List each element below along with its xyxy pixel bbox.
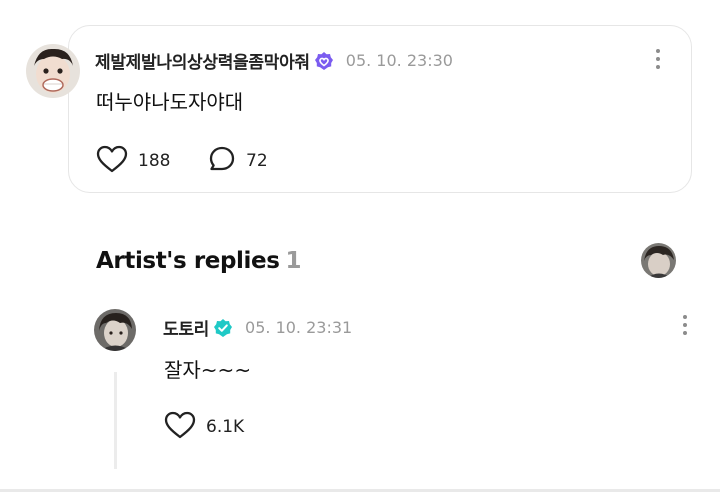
reply-author-row: 도토리 05. 10. 23:31	[163, 315, 352, 340]
reply-content: 잘자~~~	[164, 358, 252, 382]
reply-like-button[interactable]: 6.1K	[164, 411, 244, 443]
artist-replies-title: Artist's replies	[96, 248, 280, 274]
reply-more-vertical-icon[interactable]	[675, 310, 695, 340]
artist-replies-heading: Artist's replies 1	[96, 248, 302, 274]
post-username[interactable]: 제발제발나의상상력을좀막아줘	[95, 48, 310, 73]
reply-thread-line	[114, 372, 117, 469]
post-like-button[interactable]: 188	[96, 145, 170, 177]
verified-badge-icon	[213, 318, 233, 338]
post-author-row: 제발제발나의상상력을좀막아줘 05. 10. 23:30	[95, 48, 453, 73]
reply-like-count: 6.1K	[206, 417, 245, 437]
heart-icon	[96, 145, 128, 177]
post-timestamp: 05. 10. 23:30	[345, 51, 453, 70]
post-more-vertical-icon[interactable]	[648, 44, 668, 74]
post-comment-button[interactable]: 72	[208, 145, 268, 177]
comment-icon	[208, 145, 236, 177]
post-author-avatar[interactable]	[26, 44, 80, 98]
artist-avatar-small[interactable]	[641, 243, 676, 278]
post-comment-count: 72	[246, 151, 268, 171]
post-content: 떠누야나도자야대	[96, 90, 244, 114]
reply-timestamp: 05. 10. 23:31	[245, 318, 353, 337]
heart-icon	[164, 411, 196, 443]
artist-replies-count: 1	[285, 248, 302, 274]
reply-username[interactable]: 도토리	[163, 315, 209, 340]
reply-author-avatar[interactable]	[94, 309, 136, 351]
post-like-count: 188	[138, 151, 171, 171]
verified-badge-icon	[314, 51, 334, 71]
